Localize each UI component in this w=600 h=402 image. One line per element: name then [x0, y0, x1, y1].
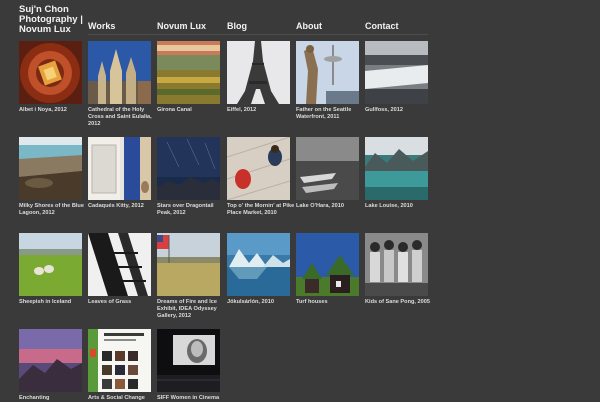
gallery-item[interactable]: Dreams of Fire and Ice Exhibit, IDEA Ody… [157, 233, 220, 320]
statue-photo[interactable] [296, 41, 359, 104]
poster-photo[interactable] [88, 329, 151, 392]
cathedral-photo[interactable] [88, 41, 151, 104]
photo-caption: Eiffel, 2012 [227, 107, 257, 113]
cinema-screen-photo[interactable] [157, 329, 220, 392]
gallery-item[interactable]: Enchanting [19, 329, 82, 402]
gallery-item[interactable]: Jökulsárlón, 2010 [227, 233, 290, 306]
nav-novum-lux[interactable]: Novum Lux [157, 21, 206, 31]
stairs-shadow-photo[interactable] [88, 233, 151, 296]
photo-caption: Leaves of Grass [88, 299, 132, 305]
photo-caption: Father on the Seattle Waterfront, 2011 [296, 107, 352, 120]
spiral-staircase-photo[interactable] [19, 41, 82, 104]
flag-field-photo[interactable] [157, 233, 220, 296]
lake-boats-photo[interactable] [296, 137, 359, 200]
photo-caption: Top o' the Mornin' at Pike Place Market,… [227, 203, 295, 216]
photo-caption: Milky Shores of the Blue Lagoon, 2012 [19, 203, 84, 216]
pike-place-photo[interactable] [227, 137, 290, 200]
photo-caption: Cadaqués Kitty, 2012 [88, 203, 144, 209]
photo-caption: Sheepish in Iceland [19, 299, 72, 305]
gallery-item[interactable]: Cathedral of the Holy Cross and Saint Eu… [88, 41, 152, 128]
gallery-item[interactable]: Top o' the Mornin' at Pike Place Market,… [227, 137, 294, 217]
gallery-item[interactable]: Kids of Sane Pong, 2005 [365, 233, 430, 306]
waterfall-photo[interactable] [365, 41, 428, 104]
gallery-item[interactable]: Gullfoss, 2012 [365, 41, 428, 114]
gallery-item[interactable]: Turf houses [296, 233, 359, 306]
glacier-lagoon-photo[interactable] [227, 233, 290, 296]
canal-photo[interactable] [157, 41, 220, 104]
gallery-item[interactable]: Sheepish in Iceland [19, 233, 82, 306]
gallery-item[interactable]: SIFF Women in Cinema [157, 329, 220, 402]
photo-caption: Albet i Noya, 2012 [19, 107, 67, 113]
photo-caption: SIFF Women in Cinema [157, 395, 220, 401]
photo-caption: Cathedral of the Holy Cross and Saint Eu… [88, 107, 152, 127]
gallery-item[interactable]: Lake O'Hara, 2010 [296, 137, 359, 210]
photo-caption: Arts & Social Change [88, 395, 145, 401]
site-title[interactable]: Suj'n Chon Photography | Novum Lux [19, 5, 89, 35]
photo-caption: Dreams of Fire and Ice Exhibit, IDEA Ody… [157, 299, 217, 319]
photo-caption: Stars over Dragontail Peak, 2012 [157, 203, 214, 216]
photo-caption: Kids of Sane Pong, 2005 [365, 299, 430, 305]
gallery-item[interactable]: Albet i Noya, 2012 [19, 41, 82, 114]
nav-divider [88, 34, 428, 35]
gallery-item[interactable]: Milky Shores of the Blue Lagoon, 2012 [19, 137, 84, 217]
gallery-item[interactable]: Lake Louise, 2010 [365, 137, 428, 210]
cat-door-photo[interactable] [88, 137, 151, 200]
sunset-mountain-photo[interactable] [19, 329, 82, 392]
turf-houses-photo[interactable] [296, 233, 359, 296]
gallery-item[interactable]: Girona Canal [157, 41, 220, 114]
photo-caption: Turf houses [296, 299, 328, 305]
children-photo[interactable] [365, 233, 428, 296]
photo-caption: Lake Louise, 2010 [365, 203, 413, 209]
night-sky-photo[interactable] [157, 137, 220, 200]
nav-works[interactable]: Works [88, 21, 115, 31]
nav-contact[interactable]: Contact [365, 21, 399, 31]
gallery-item[interactable]: Cadaqués Kitty, 2012 [88, 137, 151, 210]
lagoon-shore-photo[interactable] [19, 137, 82, 200]
photo-caption: Gullfoss, 2012 [365, 107, 403, 113]
photo-caption: Lake O'Hara, 2010 [296, 203, 344, 209]
gallery-item[interactable]: Eiffel, 2012 [227, 41, 290, 114]
photo-caption: Girona Canal [157, 107, 192, 113]
photo-caption: Jökulsárlón, 2010 [227, 299, 274, 305]
photo-caption: Enchanting [19, 395, 50, 401]
lake-mountains-photo[interactable] [365, 137, 428, 200]
gallery-item[interactable]: Father on the Seattle Waterfront, 2011 [296, 41, 359, 121]
gallery-item[interactable]: Leaves of Grass [88, 233, 151, 306]
nav-about[interactable]: About [296, 21, 322, 31]
eiffel-tower-photo[interactable] [227, 41, 290, 104]
gallery-item[interactable]: Stars over Dragontail Peak, 2012 [157, 137, 220, 217]
gallery-item[interactable]: Arts & Social Change [88, 329, 151, 402]
sheep-field-photo[interactable] [19, 233, 82, 296]
nav-blog[interactable]: Blog [227, 21, 247, 31]
